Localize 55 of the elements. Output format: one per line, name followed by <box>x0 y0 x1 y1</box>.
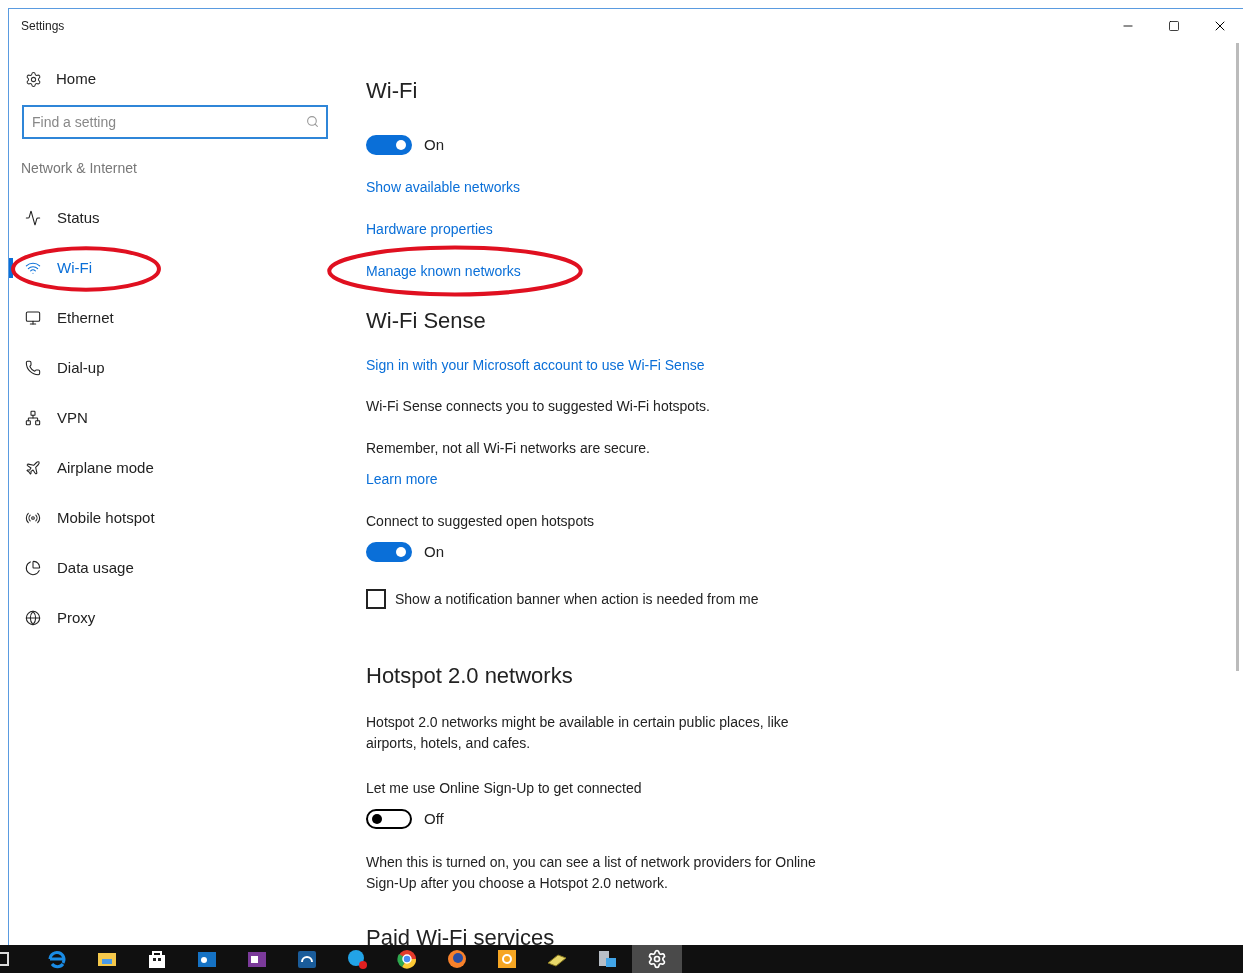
antenna-icon <box>25 510 41 526</box>
globe-icon <box>25 610 41 626</box>
chat-icon[interactable] <box>346 948 368 970</box>
shopping-bag-icon[interactable] <box>146 948 168 970</box>
settings-icon[interactable] <box>647 949 667 969</box>
window-title: Settings <box>21 18 65 35</box>
link[interactable]: Sign in with your Microsoft account to use Wi-Fi Sense <box>366 355 705 375</box>
toggle-switch[interactable] <box>366 809 412 829</box>
description-text: Wi-Fi Sense connects you to suggested Wi-Fi hotspots. <box>366 397 711 416</box>
status-icon <box>25 210 41 226</box>
sidebar-item[interactable]: VPN <box>22 403 302 433</box>
section-heading: Wi-Fi Sense <box>366 307 487 335</box>
section-label: Network & Internet <box>21 159 138 178</box>
sidebar-item[interactable]: Dial-up <box>22 353 302 383</box>
sidebar-item[interactable]: Airplane mode <box>22 453 302 483</box>
link[interactable]: Learn more <box>366 469 438 489</box>
section-heading: Wi-Fi <box>366 77 419 105</box>
network-icon <box>25 410 41 426</box>
pie-chart-icon <box>25 560 41 576</box>
files-icon[interactable] <box>596 948 618 970</box>
sidebar-item[interactable]: Mobile hotspot <box>22 503 302 533</box>
link[interactable]: Hardware properties <box>366 219 493 239</box>
sidebar-item[interactable]: Wi-Fi <box>22 253 302 283</box>
monitor-icon <box>25 310 41 326</box>
toggle-label: On <box>424 541 444 562</box>
airplane-icon <box>25 460 41 476</box>
link[interactable]: Show available networks <box>366 177 521 197</box>
sidebar-item[interactable]: Home <box>22 54 322 104</box>
description-text: When this is turned on, you can see a list of network providers for Online Sign-Up after you choose a Hotspot 2.0 network. <box>366 853 817 893</box>
wifi-icon <box>25 260 41 276</box>
description-text: Remember, not all Wi-Fi networks are secure. <box>366 439 651 458</box>
toggle-switch[interactable] <box>366 135 412 155</box>
sidebar-item[interactable]: Proxy <box>22 603 302 633</box>
phone-icon <box>25 360 41 376</box>
section-heading: Hotspot 2.0 networks <box>366 662 574 690</box>
description-text: Let me use Online Sign-Up to get connected <box>366 779 643 798</box>
sidebar-item[interactable]: Status <box>22 203 302 233</box>
checkbox[interactable] <box>366 589 386 609</box>
maximize-icon <box>1168 20 1180 32</box>
toggle-label: Off <box>424 808 444 829</box>
settings-icon <box>25 70 42 88</box>
sidebar-item[interactable]: Data usage <box>22 553 302 583</box>
sidebar-item[interactable]: Ethernet <box>22 303 302 333</box>
checkbox-label: Show a notification banner when action is needed from me <box>395 589 759 609</box>
globe-icon[interactable] <box>396 948 418 970</box>
search-field[interactable]: Find a setting <box>22 105 328 139</box>
description-text: Connect to suggested open hotspots <box>366 512 596 531</box>
toggle-label: On <box>424 134 444 155</box>
headset-icon[interactable] <box>296 948 318 970</box>
toggle-switch[interactable] <box>366 542 412 562</box>
browser-icon[interactable] <box>46 948 68 970</box>
scrollbar[interactable] <box>1236 43 1239 671</box>
search-icon <box>306 115 319 128</box>
section-heading: Paid Wi-Fi services <box>366 924 556 952</box>
description-text: Hotspot 2.0 networks might be available in certain public places, like airports, hotels, and cafes. <box>366 713 790 753</box>
